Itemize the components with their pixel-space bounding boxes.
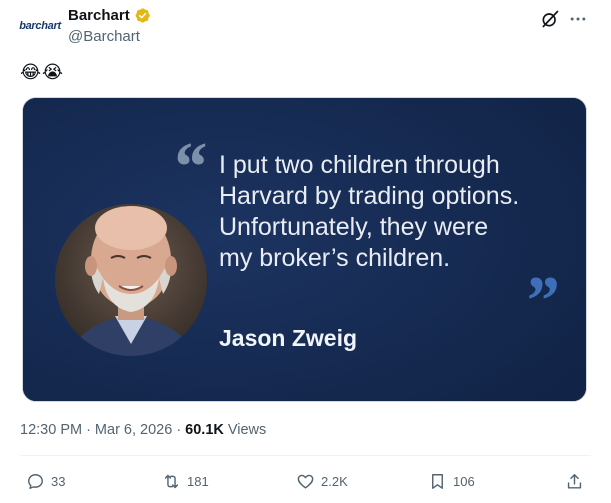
- author-avatar[interactable]: barchart: [16, 8, 64, 44]
- like-icon: [297, 474, 314, 489]
- views-label: Views: [227, 422, 267, 438]
- meta-separator-2: ·: [176, 422, 182, 438]
- bookmark-count: 106: [453, 474, 475, 489]
- author-name-row: Barchart: [68, 7, 151, 24]
- author-logo-text: barchart: [19, 20, 61, 32]
- repost-button[interactable]: 181: [162, 472, 209, 491]
- like-button[interactable]: 2.2K: [296, 472, 348, 491]
- tweet: barchart Barchart @Barchart 😂😭 “ ” I put…: [0, 0, 611, 503]
- meta-separator: ·: [86, 422, 91, 438]
- more-icon[interactable]: [568, 9, 588, 29]
- bookmark-button[interactable]: 106: [428, 472, 475, 491]
- reply-icon: [28, 474, 43, 489]
- verified-badge-icon: [135, 8, 150, 23]
- media-quote-text: I put two children through Harvard by tr…: [219, 151, 520, 272]
- repost-icon: [164, 474, 179, 489]
- media-quote-author: Jason Zweig: [219, 325, 358, 351]
- close-quote-mark: ”: [523, 263, 558, 340]
- post-media-image[interactable]: “ ” I put two children through Harvard b…: [22, 97, 587, 402]
- reply-button[interactable]: 33: [26, 472, 65, 491]
- open-quote-mark: “: [171, 129, 206, 206]
- share-icon: [567, 474, 582, 489]
- divider: [20, 455, 591, 456]
- like-count: 2.2K: [321, 474, 348, 489]
- share-button[interactable]: [565, 472, 584, 491]
- views-count: 60.1K: [185, 422, 224, 438]
- author-display-name[interactable]: Barchart: [68, 7, 130, 24]
- reply-count: 33: [51, 474, 66, 489]
- post-meta: 12:30 PM · Mar 6, 2026 · 60.1K Views: [20, 422, 266, 438]
- post-time[interactable]: 12:30 PM: [20, 422, 82, 438]
- post-text: 😂😭: [20, 62, 65, 82]
- post-date[interactable]: Mar 6, 2026: [95, 422, 172, 438]
- bookmark-icon: [432, 474, 443, 489]
- grok-icon[interactable]: [540, 9, 560, 29]
- author-handle[interactable]: @Barchart: [68, 28, 140, 45]
- repost-count: 181: [187, 474, 209, 489]
